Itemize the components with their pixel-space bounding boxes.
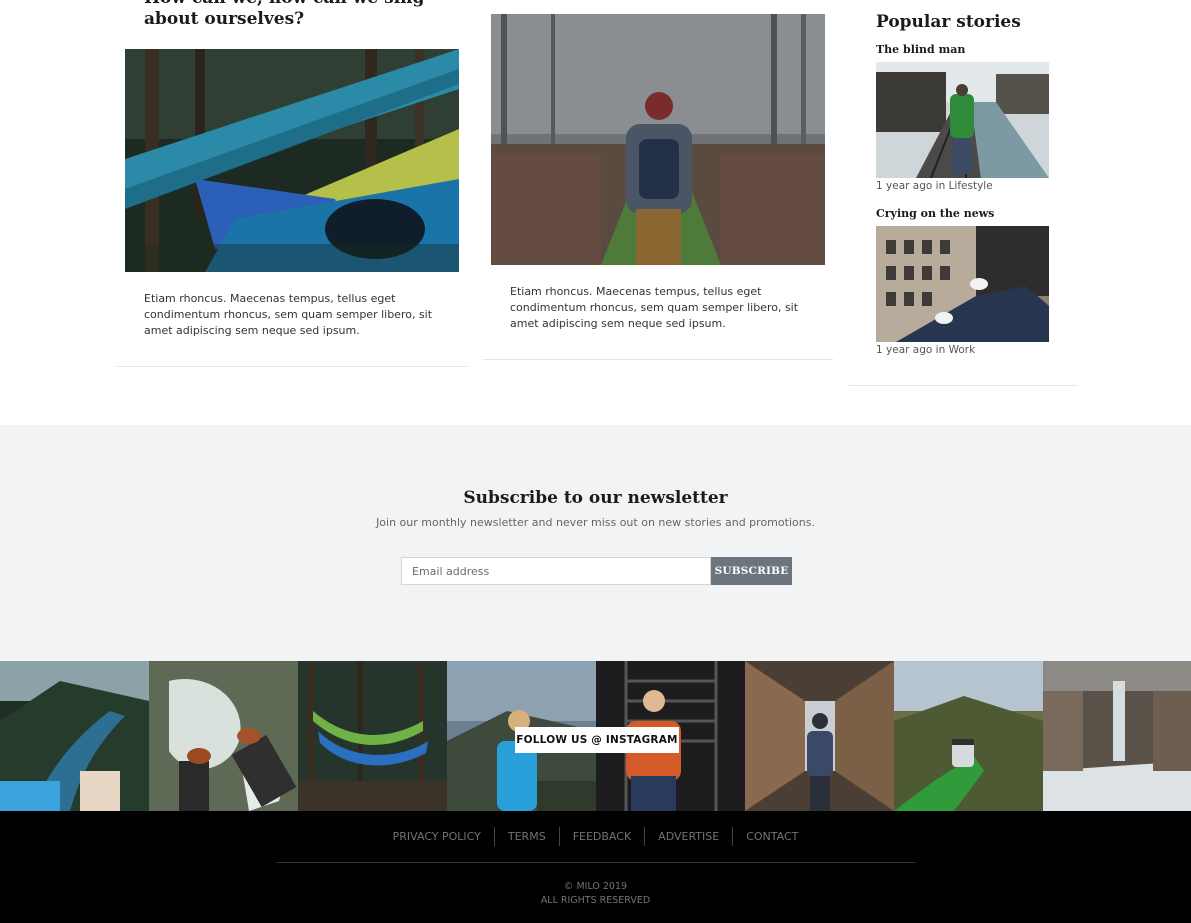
popular-stories-heading: Popular stories bbox=[876, 12, 1021, 32]
newsletter-form: SUBSCRIBE bbox=[401, 557, 792, 585]
story-image-rooftop[interactable] bbox=[876, 226, 1049, 342]
popular-stories: Popular stories The blind man 1 year ago… bbox=[849, 0, 1077, 386]
instagram-photo-jar[interactable] bbox=[894, 661, 1043, 811]
footer-nav: PRIVACY POLICY TERMS FEEDBACK ADVERTISE … bbox=[0, 827, 1191, 846]
article-excerpt: Etiam rhoncus. Maecenas tempus, tellus e… bbox=[510, 285, 799, 330]
footer-link-feedback[interactable]: FEEDBACK bbox=[558, 827, 644, 846]
instagram-photo-train[interactable] bbox=[745, 661, 894, 811]
story-time: 1 year ago bbox=[876, 180, 933, 192]
article-image-hammock[interactable] bbox=[125, 49, 459, 272]
footer: PRIVACY POLICY TERMS FEEDBACK ADVERTISE … bbox=[0, 811, 1191, 923]
footer-link-advertise[interactable]: ADVERTISE bbox=[644, 827, 732, 846]
story-category-link[interactable]: Work bbox=[949, 344, 976, 356]
newsletter-section: Subscribe to our newsletter Join our mon… bbox=[0, 425, 1191, 661]
instagram-photo-lake[interactable] bbox=[0, 661, 149, 811]
story-time: 1 year ago bbox=[876, 344, 933, 356]
popular-story: The blind man 1 year ago in Lifestyle bbox=[876, 43, 1051, 192]
article-card: Etiam rhoncus. Maecenas tempus, tellus e… bbox=[483, 0, 833, 360]
rights-text: ALL RIGHTS RESERVED bbox=[540, 895, 651, 906]
story-in: in bbox=[935, 180, 946, 192]
email-field[interactable] bbox=[401, 557, 711, 585]
footer-link-terms[interactable]: TERMS bbox=[493, 827, 559, 846]
story-category-link[interactable]: Lifestyle bbox=[949, 180, 993, 192]
footer-divider bbox=[276, 862, 916, 863]
footer-link-contact[interactable]: CONTACT bbox=[732, 827, 811, 846]
instagram-photo-hammocks[interactable] bbox=[298, 661, 447, 811]
story-meta: 1 year ago in Lifestyle bbox=[876, 180, 1051, 192]
article-title[interactable]: How can we, how can we sing about oursel… bbox=[144, 0, 444, 30]
footer-link-privacy-policy[interactable]: PRIVACY POLICY bbox=[380, 827, 494, 846]
newsletter-subtitle: Join our monthly newsletter and never mi… bbox=[376, 516, 815, 529]
story-meta: 1 year ago in Work bbox=[876, 344, 1051, 356]
article-image-forest-walker[interactable] bbox=[491, 14, 825, 265]
instagram-photo-boots-water[interactable] bbox=[149, 661, 298, 811]
footer-copyright-block: © MILO 2019 ALL RIGHTS RESERVED bbox=[0, 880, 1191, 908]
article-card: How can we, how can we sing about oursel… bbox=[117, 0, 467, 367]
subscribe-button[interactable]: SUBSCRIBE bbox=[711, 557, 792, 585]
instagram-photo-waterfall[interactable] bbox=[1043, 661, 1191, 811]
story-title[interactable]: Crying on the news bbox=[876, 207, 1051, 221]
follow-instagram-button[interactable]: FOLLOW US @ INSTAGRAM bbox=[515, 727, 679, 753]
story-image-railway[interactable] bbox=[876, 62, 1049, 178]
copyright-text: © MILO 2019 bbox=[563, 881, 628, 892]
article-excerpt: Etiam rhoncus. Maecenas tempus, tellus e… bbox=[144, 292, 433, 337]
popular-story: Crying on the news 1 year ago in Work bbox=[876, 207, 1051, 356]
story-in: in bbox=[935, 344, 946, 356]
newsletter-title: Subscribe to our newsletter bbox=[463, 488, 728, 508]
story-title[interactable]: The blind man bbox=[876, 43, 1051, 57]
